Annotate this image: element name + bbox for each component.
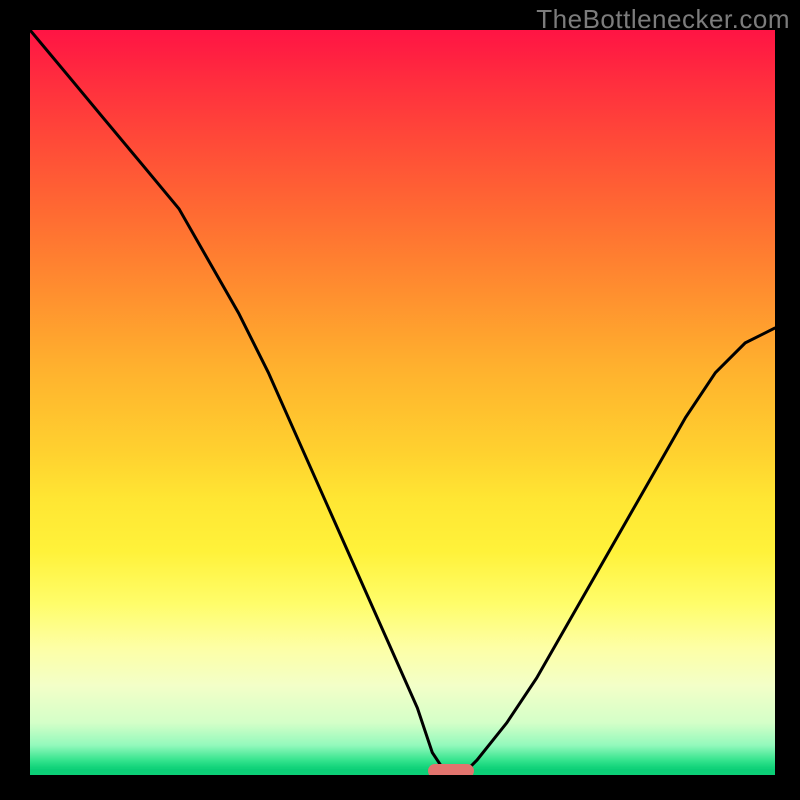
curve-path — [30, 30, 775, 775]
bottleneck-curve — [30, 30, 775, 775]
optimal-strip — [30, 769, 775, 775]
optimal-marker — [428, 764, 474, 775]
plot-area — [30, 30, 775, 775]
watermark-text: TheBottlenecker.com — [536, 4, 790, 35]
chart-frame: TheBottlenecker.com — [0, 0, 800, 800]
